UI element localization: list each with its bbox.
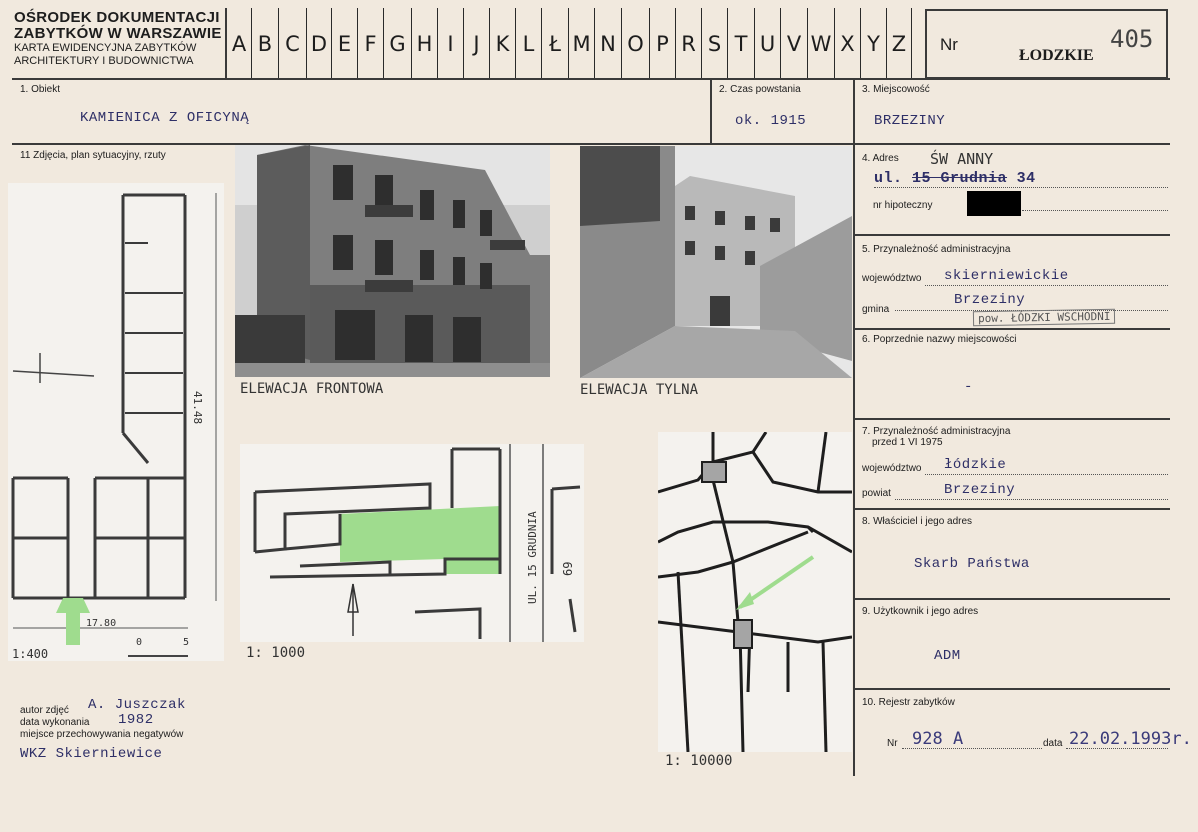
issuer-block: OŚRODEK DOKUMENTACJI ZABYTKÓW W WARSZAWI… bbox=[14, 10, 224, 68]
rejestr-data-label: data bbox=[1043, 738, 1063, 749]
site-street-label: UL. 15 GRUDNIA bbox=[526, 511, 539, 604]
adres-label: 4. Adres bbox=[862, 153, 899, 164]
woj-1975-label: województwo bbox=[862, 463, 922, 474]
wlasciciel-value: Skarb Państwa bbox=[914, 556, 1030, 572]
index-letter: N bbox=[595, 8, 622, 78]
uzytkownik-label: 9. Użytkownik i jego adres bbox=[862, 606, 979, 617]
gmina-value: Brzeziny bbox=[954, 292, 1026, 308]
scale-bar-0: 0 bbox=[136, 637, 143, 648]
rejestr-data-value: 22.02.1993r. bbox=[1069, 729, 1192, 749]
index-letter: Z bbox=[887, 8, 912, 78]
location-map bbox=[658, 432, 852, 752]
index-letter: P bbox=[650, 8, 676, 78]
index-letter: W bbox=[808, 8, 835, 78]
index-letter: S bbox=[702, 8, 728, 78]
index-letter: L bbox=[516, 8, 542, 78]
index-letter: T bbox=[728, 8, 755, 78]
powiat-label: powiat bbox=[862, 488, 891, 499]
index-letter: K bbox=[490, 8, 516, 78]
caption-rear: ELEWACJA TYLNA bbox=[580, 382, 699, 398]
issuer-line-4: ARCHITEKTURY I BUDOWNICTWA bbox=[14, 55, 194, 67]
miejscowosc-label: 3. Miejscowość bbox=[862, 84, 930, 95]
caption-front: ELEWACJA FRONTOWA bbox=[240, 381, 384, 397]
index-letter: O bbox=[622, 8, 650, 78]
plan-width-dim: 17.80 bbox=[86, 618, 117, 629]
region-name: ŁODZKIE bbox=[1019, 47, 1094, 64]
miejsce-label: miejsce przechowywania negatywów bbox=[20, 729, 184, 740]
index-letter: R bbox=[676, 8, 702, 78]
data-wykonania-value: 1982 bbox=[118, 712, 154, 728]
index-letter: J bbox=[464, 8, 490, 78]
index-letter: X bbox=[835, 8, 861, 78]
index-letter: B bbox=[252, 8, 279, 78]
adres-handwritten: ŚW ANNY bbox=[930, 150, 994, 168]
scale-bar-5: 5 bbox=[183, 637, 190, 648]
index-letter: F bbox=[358, 8, 384, 78]
hipoteczny-label: nr hipoteczny bbox=[873, 200, 933, 211]
photo-front-elevation bbox=[235, 145, 550, 377]
plan-length-dim: 41.48 bbox=[191, 391, 204, 425]
floor-plan: 41.48 17.80 0 5 1:400 bbox=[8, 183, 224, 661]
issuer-line-1: OŚRODEK DOKUMENTACJI bbox=[14, 9, 220, 26]
index-letter: H bbox=[412, 8, 438, 78]
record-card: { "header": { "org_line1": "ŚRODEK DOKUM… bbox=[0, 0, 1198, 832]
woj-1975-value: łódzkie bbox=[944, 457, 1007, 473]
poprzednie-label: 6. Poprzednie nazwy miejscowości bbox=[862, 334, 1017, 345]
woj-label: województwo bbox=[862, 273, 922, 284]
index-letter-strip: ABCDEFGHIJKLŁMNOPRSTUVWXYZ bbox=[227, 8, 912, 78]
site-plan: UL. 15 GRUDNIA 69 bbox=[240, 444, 584, 642]
photo-rear-elevation bbox=[580, 146, 852, 378]
rejestr-nr-value: 928 A bbox=[912, 729, 964, 749]
rejestr-nr-label: Nr bbox=[887, 738, 898, 749]
poprzednie-value: - bbox=[964, 379, 973, 395]
index-letter: I bbox=[438, 8, 464, 78]
czas-label: 2. Czas powstania bbox=[719, 84, 801, 95]
index-letter: Ł bbox=[542, 8, 569, 78]
index-letter: M bbox=[569, 8, 595, 78]
site-house-number: 69 bbox=[561, 561, 575, 576]
map-scale: 1: 10000 bbox=[665, 753, 733, 769]
redaction-block bbox=[967, 191, 1021, 216]
issuer-line-3: KARTA EWIDENCYJNA ZABYTKÓW bbox=[14, 42, 197, 54]
adres-street: ul. 15 Grudnia 34 bbox=[874, 170, 1036, 187]
rejestr-label: 10. Rejestr zabytków bbox=[862, 697, 955, 708]
index-letter: U bbox=[755, 8, 781, 78]
index-letter: V bbox=[781, 8, 808, 78]
card-number: 405 bbox=[1110, 25, 1154, 53]
przynaleznosc-label: 5. Przynależność administracyjna bbox=[862, 244, 1011, 255]
przynaleznosc-1975-label: 7. Przynależność administracyjna przed 1… bbox=[862, 426, 1011, 448]
zdjecia-label: 11 Zdjęcia, plan sytuacyjny, rzuty bbox=[20, 150, 166, 161]
uzytkownik-value: ADM bbox=[934, 648, 961, 664]
nr-label: Nr bbox=[940, 35, 958, 54]
site-scale: 1: 1000 bbox=[246, 645, 306, 661]
issuer-line-2: ZABYTKÓW W WARSZAWIE bbox=[14, 25, 222, 42]
autor-value: A. Juszczak bbox=[88, 697, 186, 713]
powiat-value: Brzeziny bbox=[944, 482, 1016, 498]
index-letter: D bbox=[307, 8, 332, 78]
index-letter: Y bbox=[861, 8, 887, 78]
obiekt-label: 1. Obiekt bbox=[20, 84, 61, 95]
miejscowosc-value: BRZEZINY bbox=[874, 113, 946, 129]
data-wykonania-label: data wykonania bbox=[20, 717, 90, 728]
index-letter: G bbox=[384, 8, 412, 78]
obiekt-value: KAMIENICA Z OFICYNĄ bbox=[80, 110, 250, 126]
plan-scale: 1:400 bbox=[12, 647, 49, 661]
county-stamp: pow. ŁÓDZKI WSCHODNI bbox=[972, 308, 1116, 327]
index-letter: E bbox=[332, 8, 358, 78]
index-letter: A bbox=[227, 8, 252, 78]
autor-label: autor zdjęć bbox=[20, 705, 69, 716]
woj-value: skierniewickie bbox=[944, 268, 1069, 284]
miejsce-value: WKZ Skierniewice bbox=[20, 746, 163, 762]
wlasciciel-label: 8. Właściciel i jego adres bbox=[862, 516, 973, 527]
index-letter: C bbox=[279, 8, 307, 78]
gmina-label: gmina bbox=[862, 304, 890, 315]
number-box: Nr ŁODZKIE 405 bbox=[925, 9, 1168, 79]
czas-value: ok. 1915 bbox=[735, 113, 807, 129]
